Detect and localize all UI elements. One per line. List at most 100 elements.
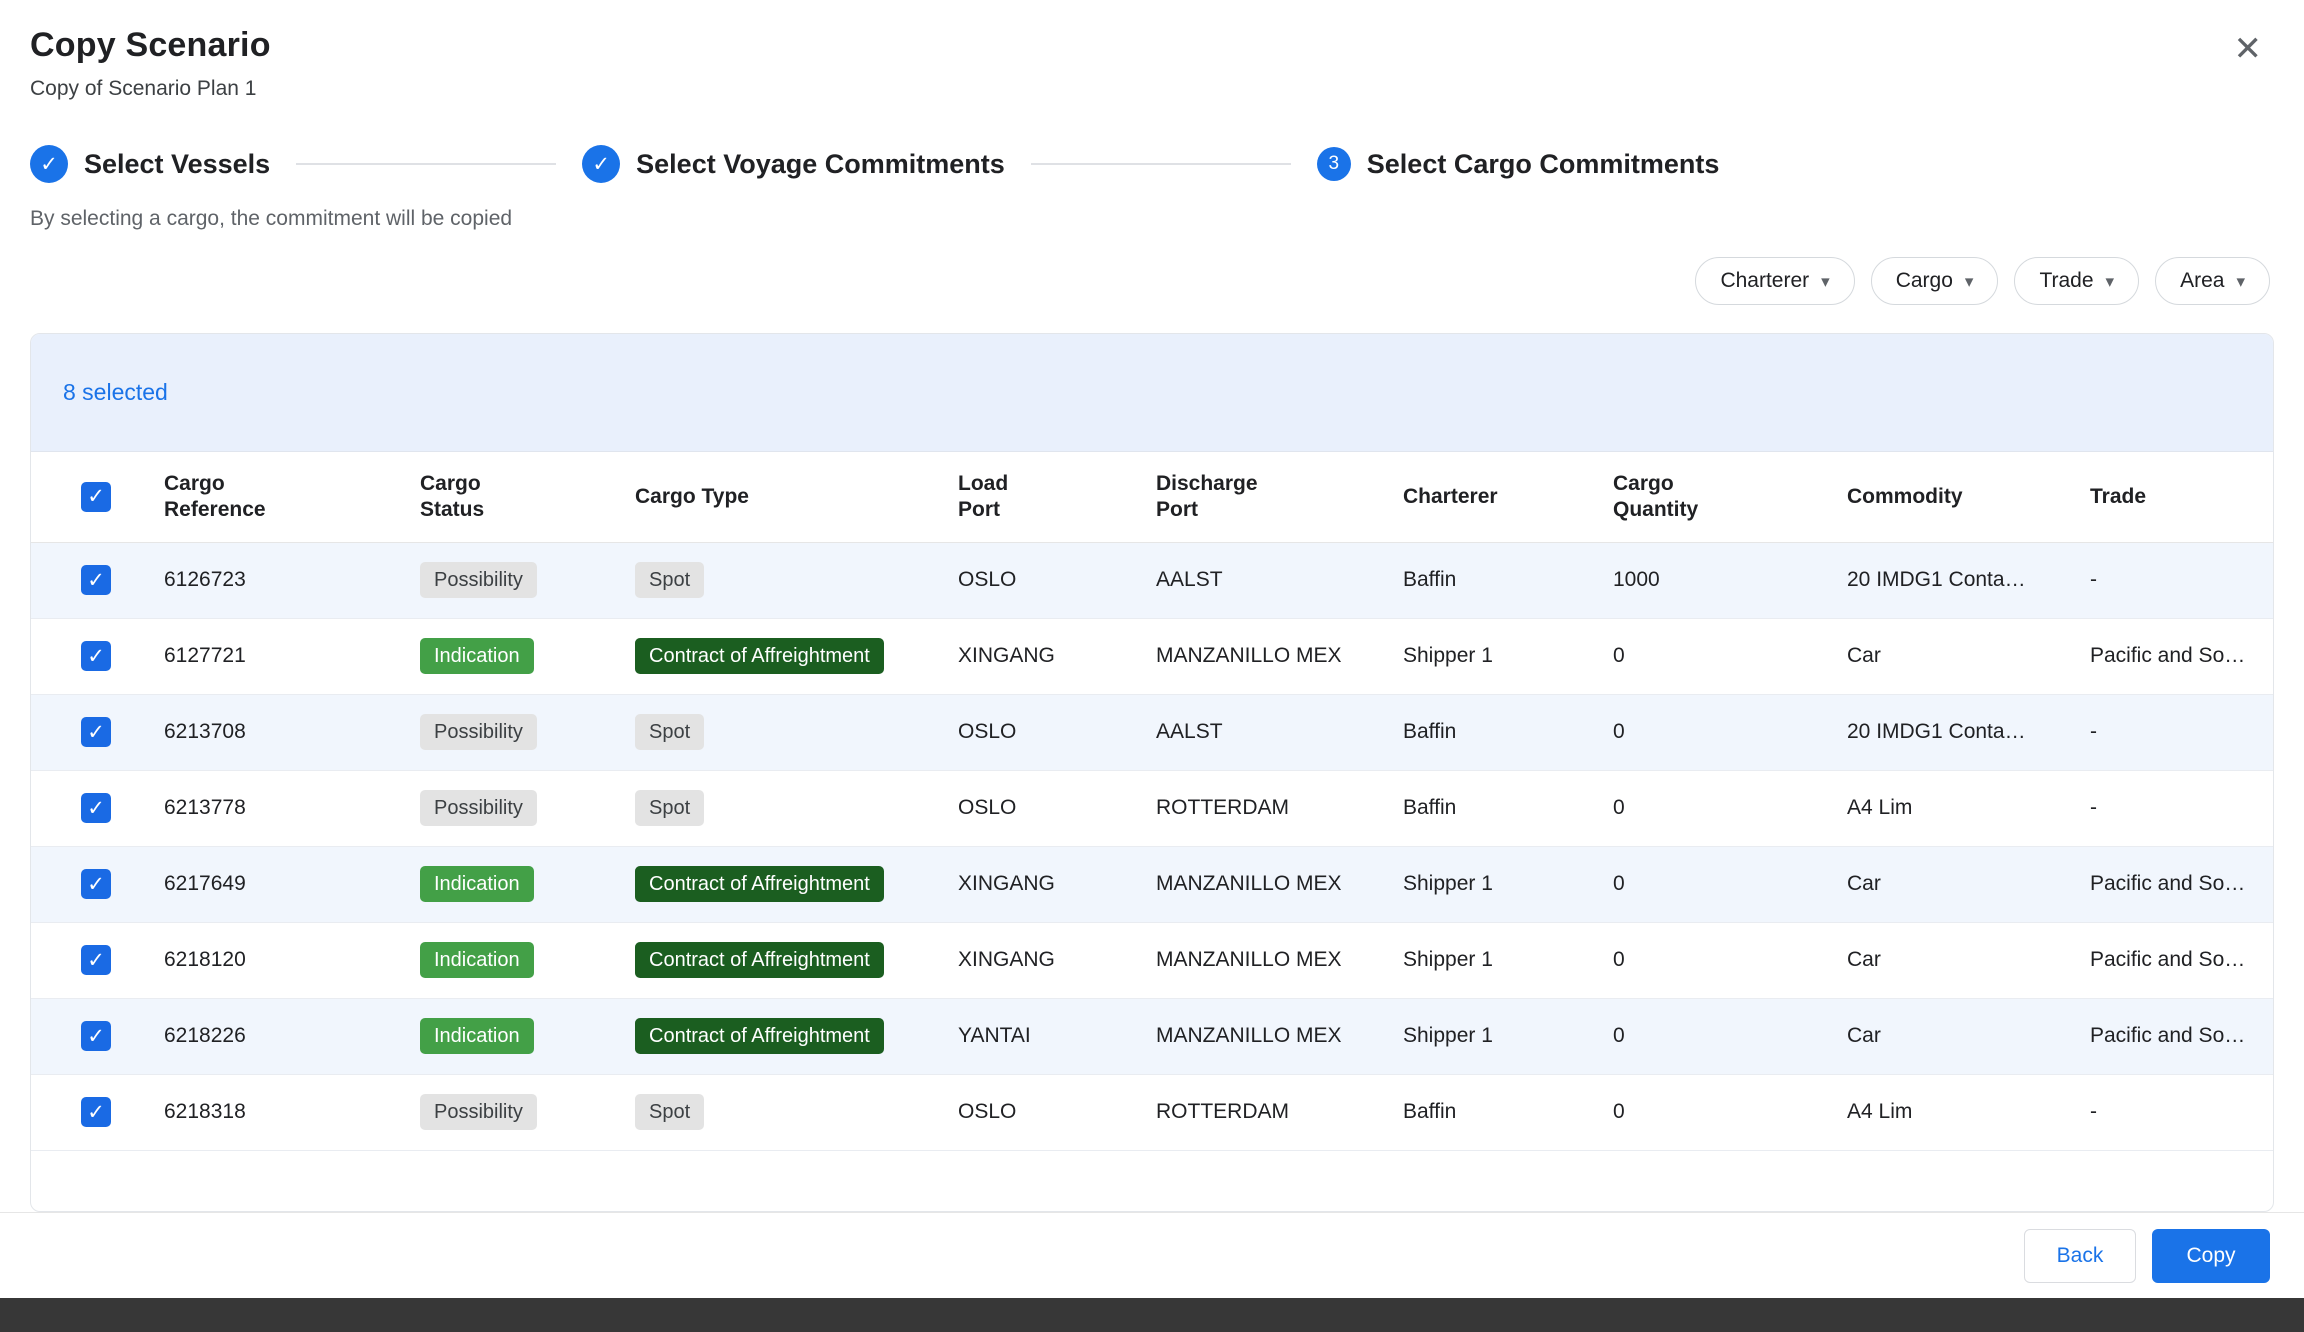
cell-cargo-quantity: 0	[1613, 846, 1847, 922]
cell-charterer: Shipper 1	[1403, 618, 1613, 694]
cell-charterer: Baffin	[1403, 542, 1613, 618]
page-title: Copy Scenario	[30, 26, 271, 65]
cell-load-port: OSLO	[958, 542, 1156, 618]
filter-cargo-dropdown[interactable]: Cargo ▾	[1871, 257, 1999, 305]
cell-cargo-type: Spot	[635, 1074, 958, 1150]
step-select-cargo-commitments[interactable]: 3 Select Cargo Commitments	[1317, 147, 1720, 181]
cell-cargo-reference: 6218226	[164, 998, 420, 1074]
cell-discharge-port: ROTTERDAM	[1156, 770, 1403, 846]
cargo-type-badge: Spot	[635, 1094, 704, 1130]
step-connector	[1031, 163, 1291, 165]
row-checkbox[interactable]: ✓	[81, 1097, 111, 1127]
check-icon: ✓	[87, 1102, 105, 1123]
status-badge: Indication	[420, 942, 534, 978]
step3-label: Select Cargo Commitments	[1367, 149, 1720, 180]
step2-complete-circle: ✓	[582, 145, 620, 183]
check-icon: ✓	[87, 570, 105, 591]
filter-charterer-label: Charterer	[1720, 269, 1809, 293]
cell-cargo-reference: 6213778	[164, 770, 420, 846]
background-app-strip	[0, 1298, 2304, 1332]
chevron-down-icon: ▾	[2106, 273, 2115, 290]
page-subtitle: Copy of Scenario Plan 1	[30, 77, 271, 101]
cell-cargo-status: Possibility	[420, 1074, 635, 1150]
cell-cargo-quantity: 0	[1613, 694, 1847, 770]
table-row[interactable]: ✓ 6126723 Possibility Spot OSLO AALST Ba…	[31, 542, 2273, 618]
cell-commodity: A4 Lim	[1847, 1074, 2090, 1150]
col-header-discharge-port: Discharge Port	[1156, 452, 1403, 542]
cell-commodity: Car	[1847, 618, 2090, 694]
row-checkbox[interactable]: ✓	[81, 565, 111, 595]
cell-commodity: Car	[1847, 998, 2090, 1074]
table-row[interactable]: ✓ 6218318 Possibility Spot OSLO ROTTERDA…	[31, 1074, 2273, 1150]
cell-discharge-port: ROTTERDAM	[1156, 1074, 1403, 1150]
row-checkbox[interactable]: ✓	[81, 717, 111, 747]
col-header-commodity: Commodity	[1847, 452, 2090, 542]
cell-commodity: Car	[1847, 846, 2090, 922]
chevron-down-icon: ▾	[2236, 273, 2245, 290]
table-row[interactable]: ✓ 6213778 Possibility Spot OSLO ROTTERDA…	[31, 770, 2273, 846]
table-row[interactable]: ✓ 6217649 Indication Contract of Affreig…	[31, 846, 2273, 922]
cargo-type-badge: Contract of Affreightment	[635, 942, 884, 978]
step2-label: Select Voyage Commitments	[636, 149, 1005, 180]
check-icon: ✓	[87, 798, 105, 819]
status-badge: Indication	[420, 866, 534, 902]
cell-trade: -	[2090, 770, 2273, 846]
filter-trade-dropdown[interactable]: Trade ▾	[2014, 257, 2139, 305]
cell-cargo-type: Contract of Affreightment	[635, 998, 958, 1074]
select-all-checkbox[interactable]: ✓	[81, 482, 111, 512]
row-checkbox[interactable]: ✓	[81, 945, 111, 975]
cell-cargo-reference: 6218120	[164, 922, 420, 998]
cell-trade: Pacific and So…	[2090, 998, 2273, 1074]
row-checkbox[interactable]: ✓	[81, 869, 111, 899]
col-header-cargo-quantity: Cargo Quantity	[1613, 452, 1847, 542]
cell-charterer: Baffin	[1403, 694, 1613, 770]
table-row[interactable]: ✓ 6218120 Indication Contract of Affreig…	[31, 922, 2273, 998]
close-icon[interactable]: ✕	[2228, 26, 2269, 72]
cell-cargo-quantity: 0	[1613, 770, 1847, 846]
filter-area-dropdown[interactable]: Area ▾	[2155, 257, 2270, 305]
back-button[interactable]: Back	[2024, 1229, 2136, 1283]
check-icon: ✓	[40, 154, 58, 175]
helper-text: By selecting a cargo, the commitment wil…	[30, 207, 2274, 231]
cell-cargo-reference: 6217649	[164, 846, 420, 922]
dialog-title-block: Copy Scenario Copy of Scenario Plan 1	[30, 26, 271, 101]
filter-charterer-dropdown[interactable]: Charterer ▾	[1695, 257, 1854, 305]
col-header-cargo-type: Cargo Type	[635, 452, 958, 542]
step-select-vessels[interactable]: ✓ Select Vessels	[30, 145, 270, 183]
cell-charterer: Baffin	[1403, 770, 1613, 846]
step-select-voyage-commitments[interactable]: ✓ Select Voyage Commitments	[582, 145, 1005, 183]
table-row[interactable]: ✓ 6127721 Indication Contract of Affreig…	[31, 618, 2273, 694]
cell-cargo-type: Contract of Affreightment	[635, 922, 958, 998]
copy-button[interactable]: Copy	[2152, 1229, 2270, 1283]
cell-cargo-reference: 6218318	[164, 1074, 420, 1150]
cell-discharge-port: AALST	[1156, 694, 1403, 770]
cell-trade: -	[2090, 542, 2273, 618]
cell-load-port: OSLO	[958, 694, 1156, 770]
cell-cargo-reference: 6127721	[164, 618, 420, 694]
cell-trade: Pacific and So…	[2090, 618, 2273, 694]
status-badge: Indication	[420, 1018, 534, 1054]
cell-discharge-port: MANZANILLO MEX	[1156, 922, 1403, 998]
col-header-load-port: Load Port	[958, 452, 1156, 542]
cell-cargo-reference: 6213708	[164, 694, 420, 770]
check-icon: ✓	[87, 874, 105, 895]
table-row[interactable]: ✓ 6213708 Possibility Spot OSLO AALST Ba…	[31, 694, 2273, 770]
row-checkbox[interactable]: ✓	[81, 793, 111, 823]
dialog-footer: Back Copy	[0, 1212, 2304, 1298]
table-row[interactable]: ✓ 6218226 Indication Contract of Affreig…	[31, 998, 2273, 1074]
cargo-type-badge: Contract of Affreightment	[635, 1018, 884, 1054]
cell-cargo-quantity: 0	[1613, 922, 1847, 998]
check-icon: ✓	[87, 722, 105, 743]
row-checkbox[interactable]: ✓	[81, 641, 111, 671]
cell-discharge-port: MANZANILLO MEX	[1156, 998, 1403, 1074]
status-badge: Possibility	[420, 714, 537, 750]
check-icon: ✓	[87, 646, 105, 667]
cell-load-port: OSLO	[958, 770, 1156, 846]
row-checkbox[interactable]: ✓	[81, 1021, 111, 1051]
col-header-cargo-reference: Cargo Reference	[164, 452, 420, 542]
step3-number: 3	[1328, 153, 1339, 175]
col-header-trade: Trade	[2090, 452, 2273, 542]
filter-area-label: Area	[2180, 269, 2224, 293]
step1-label: Select Vessels	[84, 149, 270, 180]
cargo-commitments-table: ✓ Cargo Reference Cargo Status Cargo Typ…	[31, 452, 2273, 1151]
